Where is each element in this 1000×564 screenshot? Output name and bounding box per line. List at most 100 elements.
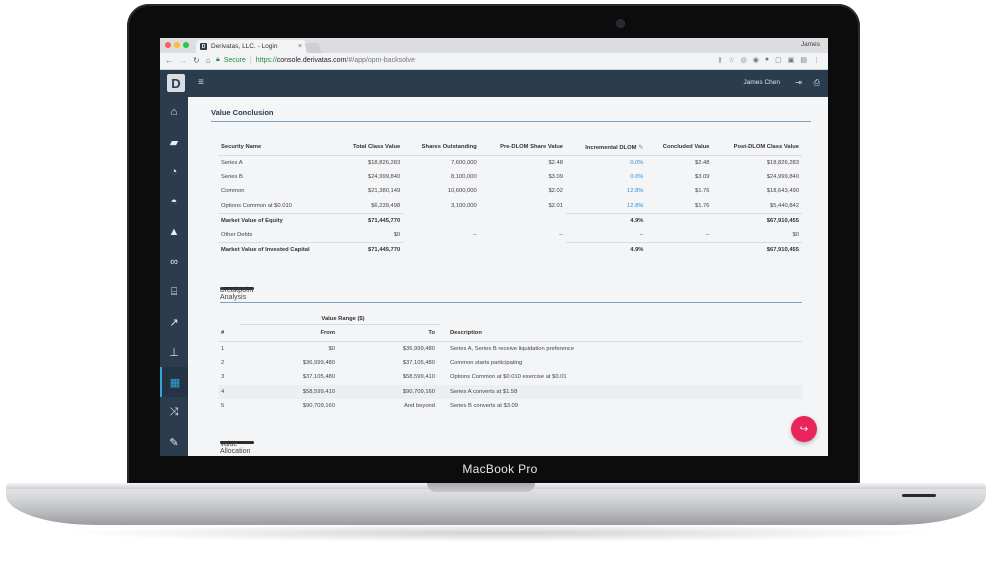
url-host: console.derivatas.com	[276, 56, 347, 64]
url-divider: |	[249, 56, 252, 64]
random-icon[interactable]: ⤨	[160, 397, 188, 427]
extension-icon[interactable]: ◎	[741, 56, 747, 64]
reload-icon[interactable]: ↻	[193, 56, 200, 65]
table-cell: Series B	[221, 173, 243, 180]
pie-chart-icon[interactable]: ◔	[160, 157, 188, 187]
table-cell: 3,100,000	[450, 202, 477, 209]
table-cell: Series A converts at $1.58	[438, 384, 802, 399]
table-cell: $2.02	[548, 188, 563, 195]
table-cell: And beyond	[404, 403, 435, 410]
value-conclusion-title: Value Conclusion	[211, 108, 274, 117]
forward-icon[interactable]: →	[179, 56, 187, 65]
table-cell: Options Common at $0.010	[221, 202, 292, 209]
star-icon[interactable]: ☆	[728, 56, 734, 64]
extension-icon[interactable]: ▢	[775, 56, 782, 64]
table-cell	[403, 213, 480, 228]
table-cell: $37,105,480	[402, 359, 435, 366]
table-cell: --	[705, 231, 710, 238]
wrench-icon[interactable]: ✎	[160, 427, 188, 456]
app-logo[interactable]: D	[167, 74, 185, 92]
table-cell: $2.01	[548, 202, 563, 209]
zoom-window-button[interactable]	[183, 42, 189, 48]
url-path: /#/app/opm-backsolve	[346, 56, 415, 64]
table-cell: $18,826,283	[766, 159, 799, 166]
table-cell: $36,999,480	[302, 359, 335, 366]
print-icon[interactable]: ⎙	[814, 78, 820, 88]
group-header-rule	[240, 324, 440, 325]
column-header: To	[338, 326, 438, 342]
dashboard-icon[interactable]: ◓	[160, 187, 188, 217]
close-tab-icon[interactable]: ×	[298, 43, 302, 50]
camera	[617, 20, 624, 27]
extension-icon[interactable]: ▣	[788, 56, 795, 64]
logout-icon[interactable]: ⇥	[795, 78, 802, 87]
table-cell: $2.48	[548, 159, 563, 166]
table-cell: $67,910,455	[712, 212, 802, 228]
table-header-row: Security Name Total Class Value Shares O…	[218, 140, 802, 156]
table-cell: 7,600,000	[450, 159, 477, 166]
table-cell: 1	[221, 345, 225, 352]
value-conclusion-table: Security Name Total Class Value Shares O…	[218, 140, 802, 257]
home-browser-icon[interactable]: ⌂	[206, 56, 211, 65]
browser-menu-icon[interactable]: ⋮	[813, 56, 820, 64]
share-fab-button[interactable]: ↪	[791, 416, 817, 442]
section-rule	[211, 121, 811, 122]
extension-icon[interactable]: ●	[765, 56, 769, 64]
table-cell: $3.09	[548, 173, 563, 180]
calculator-icon[interactable]: ▦	[160, 367, 188, 397]
column-header: From	[238, 326, 338, 342]
user-name[interactable]: James Chen	[744, 79, 781, 86]
column-header: Pre-DLOM Share Value	[479, 140, 566, 156]
value-allocation-title: Value Allocation	[220, 441, 254, 455]
column-header: Post-DLOM Class Value	[712, 140, 802, 156]
table-cell: $0	[393, 231, 401, 238]
column-header: Incremental DLOM ✎	[565, 140, 647, 156]
browser-profile[interactable]: James	[801, 41, 820, 48]
edit-pencil-icon[interactable]: ✎	[638, 145, 643, 151]
folder-open-icon[interactable]: ▰	[160, 127, 188, 157]
table-cell	[646, 212, 713, 228]
laptop-base	[6, 483, 986, 525]
breakpoint-table: # From To Description 1 $0 $36,999,480 S…	[218, 326, 802, 414]
table-cell	[480, 213, 566, 228]
value-range-header: Value Range ($)	[321, 316, 365, 322]
minimize-window-button[interactable]	[174, 42, 180, 48]
extension-icon[interactable]: ◉	[753, 56, 759, 64]
graduation-cap-icon[interactable]: ▲	[160, 217, 188, 247]
table-cell: 4.9%	[565, 241, 647, 257]
url-field[interactable]: 🔒︎ Secure | https://console.derivatas.co…	[216, 56, 415, 64]
table-cell: 4	[218, 384, 238, 399]
line-chart-icon[interactable]: ↗	[160, 307, 188, 337]
table-row: Other Debts $0 -- -- -- -- $0	[218, 228, 802, 243]
table-cell: $18,826,283	[367, 159, 401, 166]
table-header-row: # From To Description	[218, 326, 802, 342]
table-cell: 4.9%	[565, 212, 647, 228]
table-row: 3 $37,105,480 $58,599,410 Options Common…	[218, 370, 802, 385]
sidebar: ⌂ ▰ ◔ ◓ ▲ ∞ ⌸ ↗ ⊥ ▦ ⤨ ✎	[160, 97, 188, 456]
screen: D Derivatas, LLC. - Login × James ← → ↻ …	[160, 38, 828, 456]
bank-icon[interactable]: ⌸	[160, 277, 188, 307]
table-cell: Common starts participating	[450, 359, 523, 366]
hamburger-menu-icon[interactable]: ≡	[198, 77, 204, 88]
table-cell: Series A	[221, 159, 243, 166]
extension-icon[interactable]: ▤	[800, 56, 807, 64]
table-row: Options Common at $0.010 $6,239,498 3,10…	[218, 199, 802, 214]
bicycle-icon[interactable]: ∞	[160, 247, 188, 277]
key-icon[interactable]: ⚷	[717, 56, 722, 64]
section-rule	[220, 302, 802, 303]
secure-label: Secure	[223, 56, 246, 64]
dlom-link[interactable]: 12.8%	[566, 184, 646, 199]
column-header: Shares Outstanding	[403, 140, 480, 156]
dlom-link[interactable]: 0.0%	[566, 155, 646, 170]
home-icon[interactable]: ⌂	[160, 97, 188, 127]
top-navbar: D ≡ James Chen ⇥ ⎙	[160, 70, 828, 97]
back-icon[interactable]: ←	[165, 56, 173, 65]
table-cell: $71,445,770	[336, 212, 404, 228]
table-cell: Options Common at $0.010 exercise at $0.…	[450, 374, 567, 381]
browser-tab[interactable]: D Derivatas, LLC. - Login ×	[196, 40, 306, 53]
dlom-link[interactable]: 12.8%	[566, 199, 646, 214]
sitemap-icon[interactable]: ⊥	[160, 337, 188, 367]
dlom-link[interactable]: 0.0%	[566, 170, 646, 185]
new-tab-button[interactable]	[304, 43, 322, 53]
close-window-button[interactable]	[165, 42, 171, 48]
